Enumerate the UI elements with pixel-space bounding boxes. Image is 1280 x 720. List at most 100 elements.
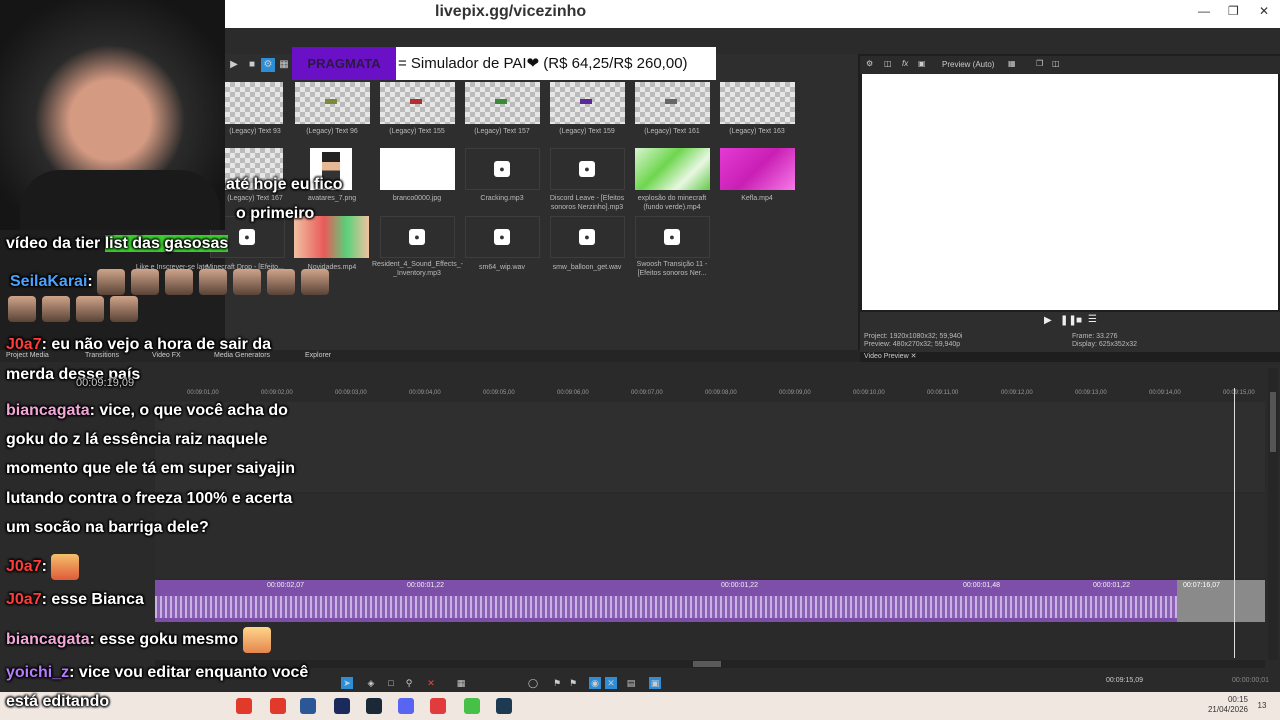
grid-icon[interactable]: ▦ — [1008, 59, 1016, 68]
emote-icon — [267, 269, 296, 295]
ruler-tick: 00:09:04,00 — [409, 390, 441, 396]
audio-clip-track[interactable]: 00:00:02,07 00:00:01,22 00:00:01,22 00:0… — [155, 580, 1265, 622]
media-label: (Legacy) Text 155 — [389, 128, 445, 135]
autopreview-icon[interactable]: ⚙ — [261, 58, 275, 72]
close-icon[interactable]: ✕ — [911, 353, 917, 360]
media-thumb-text-161[interactable] — [635, 82, 710, 124]
media-thumb-sm64[interactable]: ● — [465, 216, 540, 258]
steam-icon[interactable] — [366, 698, 382, 714]
media-thumb-text-157[interactable] — [465, 82, 540, 124]
scrollbar-thumb[interactable] — [1270, 392, 1276, 452]
lock-envelopes-icon[interactable]: ▣ — [649, 677, 661, 689]
tab-video-preview[interactable]: Video Preview ✕ — [864, 352, 916, 360]
ruler-tick: 00:09:02,00 — [261, 390, 293, 396]
chat-highlight: list das gasosas — [104, 235, 229, 252]
chat-line: está editando — [6, 693, 109, 711]
split-icon[interactable]: ◫ — [884, 59, 892, 68]
delete-icon[interactable]: ✕ — [425, 677, 437, 689]
stop-icon[interactable]: ■ — [1076, 315, 1082, 326]
auto-ripple-icon[interactable]: ▤ — [625, 677, 637, 689]
media-thumb-text-159[interactable] — [550, 82, 625, 124]
obs-icon[interactable] — [430, 698, 446, 714]
notification-icon[interactable]: 13 — [1254, 698, 1270, 714]
media-thumb-resident[interactable]: ● — [380, 216, 455, 258]
display-info: Display: 625x352x32 — [1072, 341, 1137, 348]
emote-icon — [97, 269, 126, 295]
media-thumb-text-155[interactable] — [380, 82, 455, 124]
media-label: Resident_4_Sound_Effects_-_Inventory.mp3 — [372, 261, 463, 277]
media-thumb-text-96[interactable] — [295, 82, 370, 124]
envelope-tool-icon[interactable]: ◈ — [365, 677, 377, 689]
media-thumb-kefla[interactable] — [720, 148, 795, 190]
trim-icon[interactable]: ▦ — [455, 677, 467, 689]
whatsapp-icon[interactable] — [464, 698, 480, 714]
play-icon[interactable]: ▶ — [1044, 315, 1052, 326]
word-icon[interactable] — [300, 698, 316, 714]
selection-tool-icon[interactable]: □ — [385, 677, 397, 689]
media-label: (Legacy) Text 163 — [729, 128, 785, 135]
media-thumb-text-93[interactable] — [225, 82, 283, 124]
close-icon[interactable]: ✕ — [1259, 4, 1269, 18]
emote-icon — [199, 269, 228, 295]
copy-icon[interactable]: ❐ — [1036, 59, 1043, 68]
app-icon[interactable] — [270, 698, 286, 714]
goku-emote-icon — [242, 627, 271, 653]
media-thumb-smw-balloon[interactable]: ● — [550, 216, 625, 258]
media-thumb-discord-leave[interactable]: ● — [550, 148, 625, 190]
track-area-upper[interactable] — [155, 402, 1265, 492]
media-label: (Legacy) Text 161 — [644, 128, 700, 135]
media-label: Kefla.mp4 — [741, 195, 773, 202]
preview-res-info: Preview: 480x270x32; 59,940p — [864, 341, 961, 348]
media-label: sm64_wip.wav — [479, 264, 525, 271]
selected-clip[interactable]: 00:07:16,07 — [1177, 580, 1265, 622]
stop-icon[interactable]: ■ — [245, 58, 259, 72]
timeline-horizontal-scrollbar[interactable] — [155, 660, 1265, 668]
lock-icon[interactable]: ◯ — [527, 677, 539, 689]
fx-icon[interactable]: fx — [902, 59, 908, 68]
clip-duration: 00:07:16,07 — [1183, 582, 1220, 589]
pause-icon[interactable]: ❚❚ — [1060, 315, 1077, 326]
preview-quality-select[interactable]: Preview (Auto) — [942, 60, 994, 69]
zoom-tool-icon[interactable]: ⚲ — [403, 677, 415, 689]
ruler-tick: 00:09:03,00 — [335, 390, 367, 396]
chat-emote-line — [8, 296, 144, 322]
media-label: Swoosh Transição 11 - [Efeitos sonoros N… — [636, 261, 708, 277]
scrollbar-thumb[interactable] — [693, 661, 721, 667]
chat-line: biancagata: esse goku mesmo — [6, 627, 277, 653]
photoshop-icon[interactable] — [334, 698, 350, 714]
chrome-icon[interactable] — [236, 698, 252, 714]
media-thumb-explosao[interactable] — [635, 148, 710, 190]
playhead[interactable] — [1234, 388, 1235, 658]
save-icon[interactable]: ◫ — [1052, 59, 1060, 68]
grid-icon[interactable]: ▦ — [277, 58, 291, 72]
chat-line: J0a7: eu não vejo a hora de sair da — [6, 336, 271, 354]
auto-crossfade-icon[interactable]: ✕ — [605, 677, 617, 689]
media-thumb-branco[interactable] — [380, 148, 455, 190]
emote-icon — [301, 269, 330, 295]
snapping-icon[interactable]: ◉ — [589, 677, 601, 689]
video-preview-screen — [862, 74, 1278, 310]
media-thumb-text-163[interactable] — [720, 82, 795, 124]
overlay-icon[interactable]: ▣ — [918, 59, 926, 68]
ruler-tick: 00:09:05,00 — [483, 390, 515, 396]
discord-icon[interactable] — [398, 698, 414, 714]
timeline-vertical-scrollbar[interactable] — [1268, 368, 1278, 660]
track-area-middle[interactable] — [155, 494, 1265, 578]
media-thumb-cracking[interactable]: ● — [465, 148, 540, 190]
settings-icon[interactable]: ⚙ — [866, 59, 873, 68]
restore-icon[interactable]: ❐ — [1228, 4, 1239, 18]
minimize-icon[interactable]: — — [1198, 4, 1210, 18]
region-icon[interactable]: ⚑ — [567, 677, 579, 689]
marker-icon[interactable]: ⚑ — [551, 677, 563, 689]
vegas-icon[interactable] — [496, 698, 512, 714]
media-label: branco0000.jpg — [392, 195, 442, 202]
taskbar-clock[interactable]: 00:15 21/04/2026 — [1196, 695, 1248, 715]
menu-icon[interactable]: ☰ — [1088, 314, 1097, 325]
tab-explorer[interactable]: Explorer — [305, 352, 331, 359]
timeline-ruler[interactable]: 00:09:01,00 00:09:02,00 00:09:03,00 00:0… — [155, 390, 1265, 400]
emote-icon — [165, 269, 194, 295]
livepix-donation-banner: PRAGMATA = Simulador de PAI❤ (R$ 64,25/R… — [292, 47, 716, 80]
play-icon[interactable]: ▶ — [227, 58, 241, 72]
normal-edit-tool-icon[interactable]: ➤ — [341, 677, 353, 689]
media-thumb-swoosh[interactable]: ● — [635, 216, 710, 258]
